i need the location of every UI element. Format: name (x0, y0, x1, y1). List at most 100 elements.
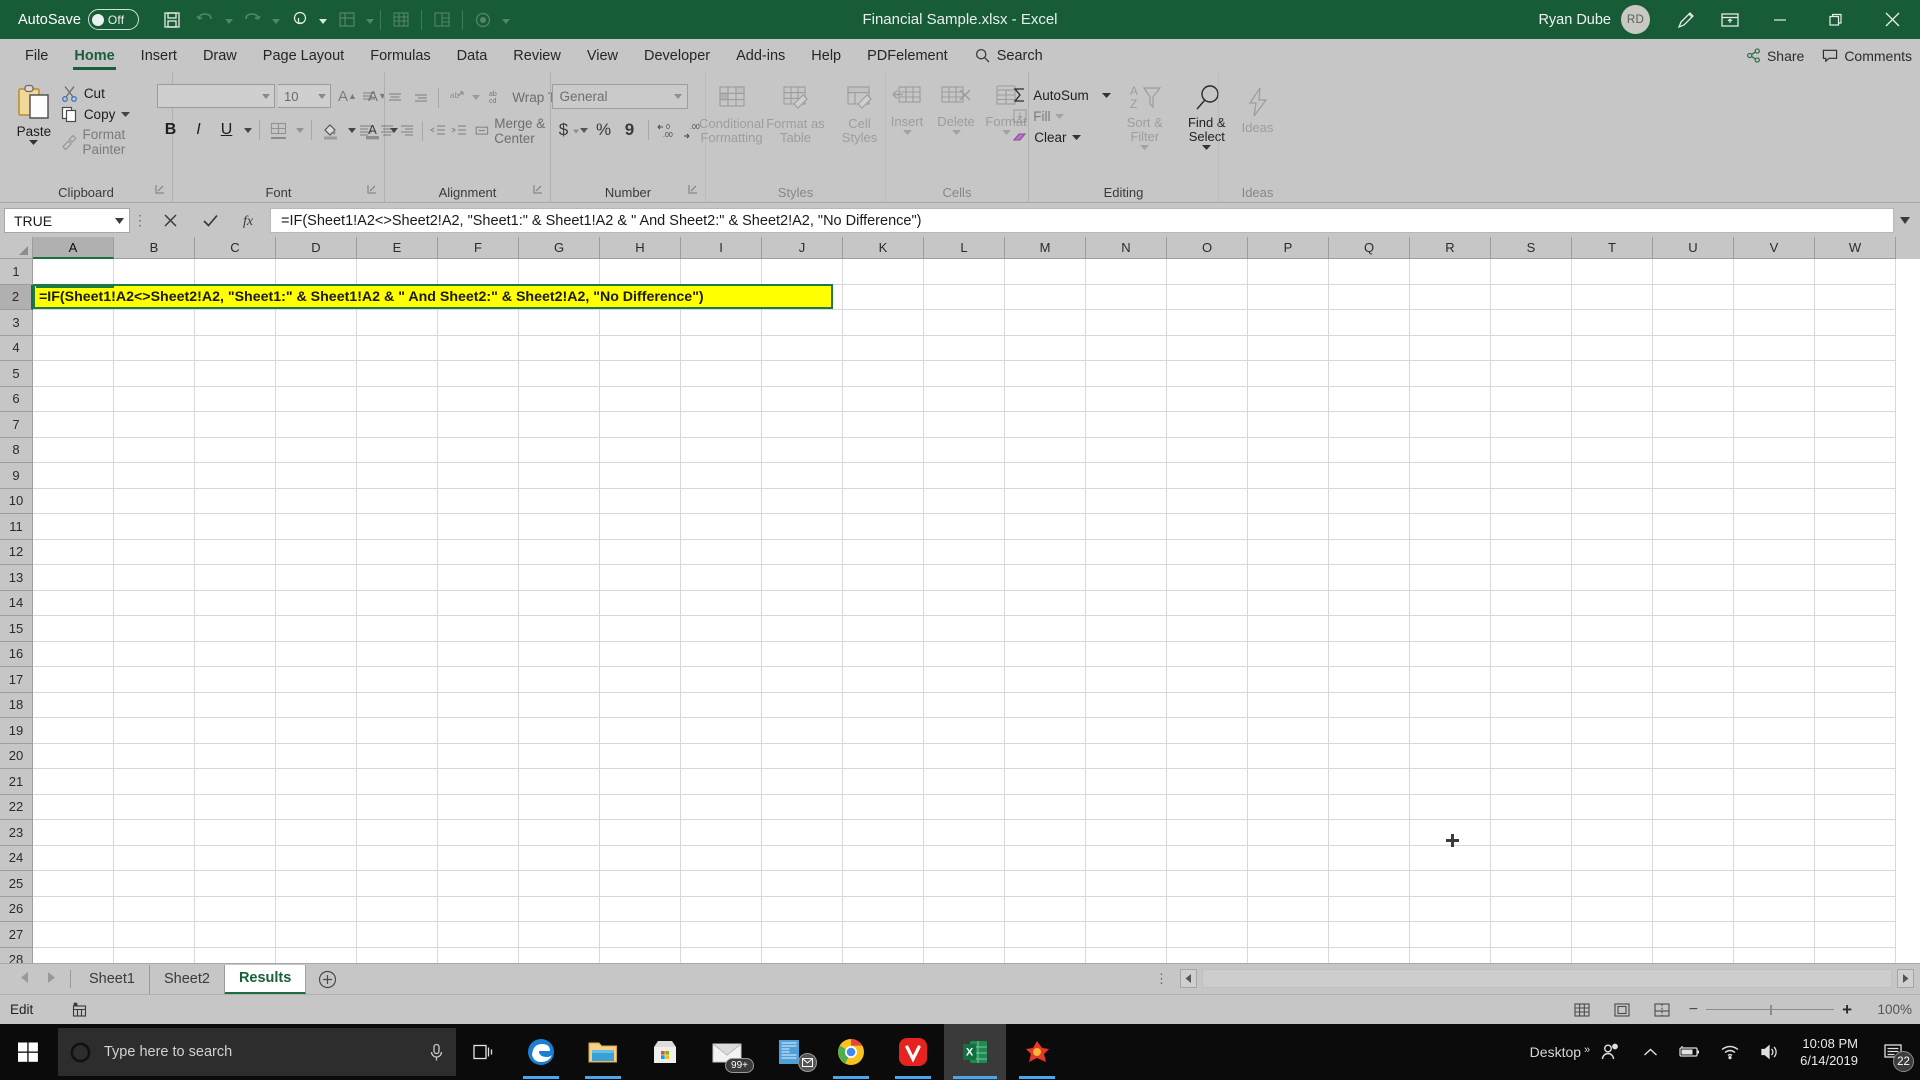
cell-K3[interactable] (843, 310, 924, 336)
cell-D20[interactable] (276, 743, 357, 769)
vivaldi-icon[interactable] (882, 1024, 944, 1080)
cell-L14[interactable] (924, 590, 1005, 616)
cell-T21[interactable] (1572, 769, 1653, 795)
cell-H27[interactable] (600, 922, 681, 948)
cell-T10[interactable] (1572, 488, 1653, 514)
chevron-up-icon[interactable] (1630, 1024, 1670, 1080)
cell-M1[interactable] (1005, 259, 1086, 285)
cell-S22[interactable] (1491, 794, 1572, 820)
add-sheet-plus-icon[interactable] (306, 970, 348, 989)
cell-H15[interactable] (600, 616, 681, 642)
cell-R25[interactable] (1410, 871, 1491, 897)
cell-H5[interactable] (600, 361, 681, 387)
cell-S1[interactable] (1491, 259, 1572, 285)
cell-I5[interactable] (681, 361, 762, 387)
zoom-slider[interactable]: − + (1689, 1000, 1852, 1020)
column-header-f[interactable]: F (438, 237, 519, 259)
cell-L2[interactable] (924, 284, 1005, 310)
cell-M12[interactable] (1005, 539, 1086, 565)
cell-R12[interactable] (1410, 539, 1491, 565)
cell-S6[interactable] (1491, 386, 1572, 412)
cell-H19[interactable] (600, 718, 681, 744)
increase-indent-button[interactable] (449, 119, 469, 144)
fill-caret-icon[interactable] (1055, 113, 1065, 119)
scroll-grip[interactable]: ⋮ (1155, 971, 1175, 987)
cell-O6[interactable] (1167, 386, 1248, 412)
cell-M25[interactable] (1005, 871, 1086, 897)
cell-C9[interactable] (195, 463, 276, 489)
cell-T13[interactable] (1572, 565, 1653, 591)
cell-S10[interactable] (1491, 488, 1572, 514)
edge-icon[interactable] (510, 1024, 572, 1080)
cell-N19[interactable] (1086, 718, 1167, 744)
font-size-caret-icon[interactable] (318, 93, 326, 99)
wifi-icon[interactable] (1710, 1024, 1750, 1080)
cell-W2[interactable] (1815, 284, 1896, 310)
cell-L27[interactable] (924, 922, 1005, 948)
cell-P19[interactable] (1248, 718, 1329, 744)
cell-I18[interactable] (681, 692, 762, 718)
cell-S12[interactable] (1491, 539, 1572, 565)
cell-K9[interactable] (843, 463, 924, 489)
cell-F5[interactable] (438, 361, 519, 387)
align-right-button[interactable] (398, 119, 418, 144)
cell-N4[interactable] (1086, 335, 1167, 361)
page-break-view-icon[interactable] (1649, 999, 1675, 1021)
row-header-20[interactable]: 20 (0, 743, 33, 769)
cell-G9[interactable] (519, 463, 600, 489)
formula-input[interactable]: =IF(Sheet1!A2<>Sheet2!A2, "Sheet1:" & Sh… (270, 208, 1894, 233)
cell-A27[interactable] (33, 922, 114, 948)
cell-G7[interactable] (519, 412, 600, 438)
cell-Q18[interactable] (1329, 692, 1410, 718)
cell-S9[interactable] (1491, 463, 1572, 489)
cell-U19[interactable] (1653, 718, 1734, 744)
close-button[interactable] (1864, 0, 1920, 39)
row-header-14[interactable]: 14 (0, 590, 33, 616)
cell-C10[interactable] (195, 488, 276, 514)
cell-E25[interactable] (357, 871, 438, 897)
cell-W24[interactable] (1815, 845, 1896, 871)
cell-I25[interactable] (681, 871, 762, 897)
zoom-in-button[interactable]: + (1842, 1000, 1852, 1020)
cell-V27[interactable] (1734, 922, 1815, 948)
cell-U17[interactable] (1653, 667, 1734, 693)
cell-L21[interactable] (924, 769, 1005, 795)
cell-L23[interactable] (924, 820, 1005, 846)
select-all-corner-button[interactable] (0, 237, 33, 259)
cell-W12[interactable] (1815, 539, 1896, 565)
windows-start-icon[interactable] (0, 1024, 56, 1080)
undo-dropdown-caret-icon[interactable] (223, 4, 236, 36)
cell-I24[interactable] (681, 845, 762, 871)
cell-T8[interactable] (1572, 437, 1653, 463)
cell-F1[interactable] (438, 259, 519, 285)
new-icon[interactable] (330, 4, 364, 36)
cell-T23[interactable] (1572, 820, 1653, 846)
cell-M13[interactable] (1005, 565, 1086, 591)
cell-F11[interactable] (438, 514, 519, 540)
cell-V24[interactable] (1734, 845, 1815, 871)
cell-V21[interactable] (1734, 769, 1815, 795)
record-macro-icon[interactable] (62, 1002, 96, 1018)
cell-E13[interactable] (357, 565, 438, 591)
cell-O4[interactable] (1167, 335, 1248, 361)
cell-F10[interactable] (438, 488, 519, 514)
cell-Q8[interactable] (1329, 437, 1410, 463)
cell-O12[interactable] (1167, 539, 1248, 565)
cell-A13[interactable] (33, 565, 114, 591)
cell-J4[interactable] (762, 335, 843, 361)
people-icon[interactable] (1590, 1024, 1630, 1080)
cell-B9[interactable] (114, 463, 195, 489)
cell-S2[interactable] (1491, 284, 1572, 310)
cell-N22[interactable] (1086, 794, 1167, 820)
cell-J3[interactable] (762, 310, 843, 336)
row-header-13[interactable]: 13 (0, 565, 33, 591)
cell-B13[interactable] (114, 565, 195, 591)
cell-M19[interactable] (1005, 718, 1086, 744)
mail-icon[interactable]: 99+ (696, 1024, 758, 1080)
cell-D3[interactable] (276, 310, 357, 336)
cell-J16[interactable] (762, 641, 843, 667)
cell-F21[interactable] (438, 769, 519, 795)
column-header-n[interactable]: N (1086, 237, 1167, 259)
enter-check-icon[interactable] (190, 207, 230, 234)
cell-S25[interactable] (1491, 871, 1572, 897)
